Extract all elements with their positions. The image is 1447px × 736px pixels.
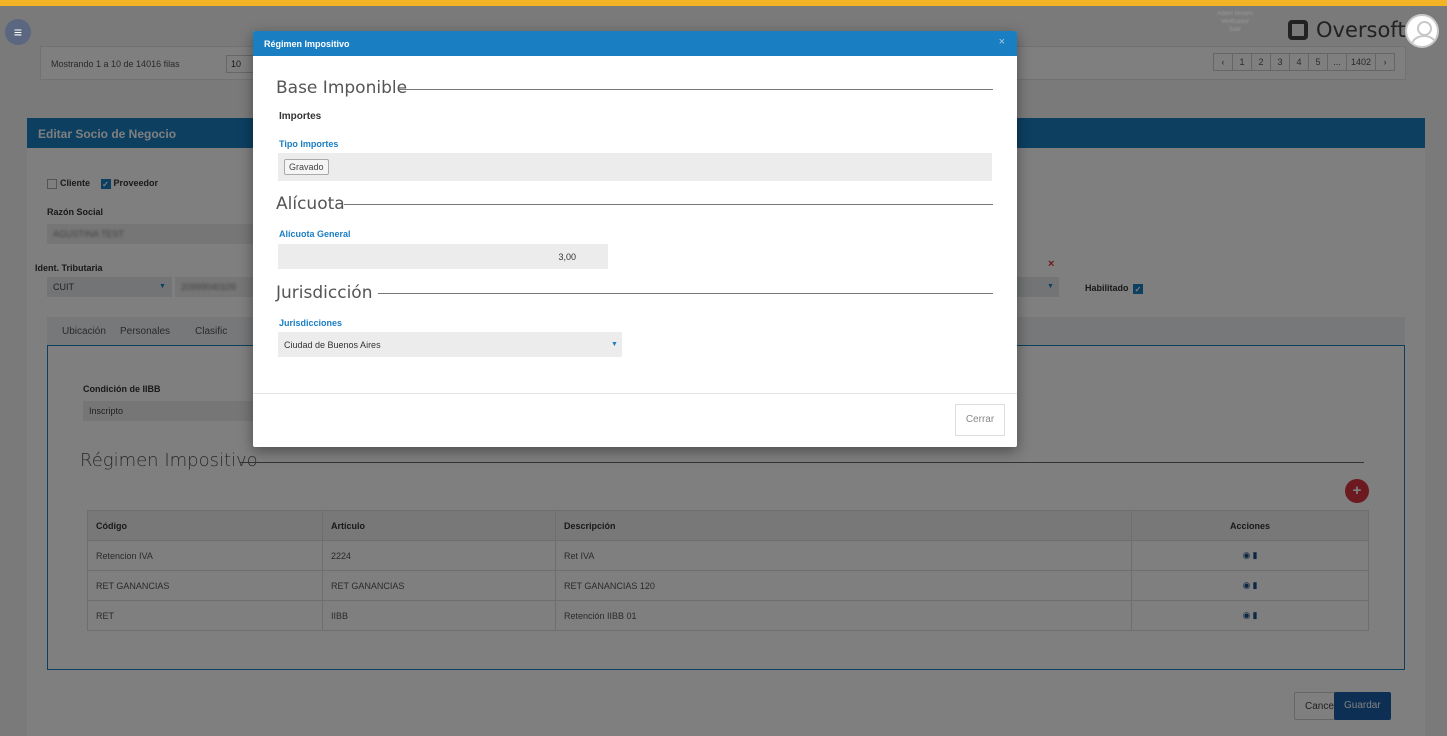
brand-name: Oversoft (1316, 18, 1406, 42)
user-role: Verificador (1220, 19, 1250, 25)
jurisdicciones-select[interactable]: Ciudad de Buenos Aires ▼ (278, 332, 622, 357)
section-divider (344, 204, 993, 205)
close-icon[interactable]: × (999, 36, 1005, 48)
tipo-importes-field[interactable]: Gravado (278, 153, 992, 181)
menu-icon[interactable]: ≡ (5, 19, 31, 45)
chevron-down-icon: ▼ (611, 341, 618, 348)
avatar[interactable] (1405, 14, 1439, 48)
modal-footer-divider (253, 393, 1017, 394)
modal-title: Régimen Impositivo (264, 39, 350, 49)
tipo-importes-tag[interactable]: Gravado (284, 159, 329, 175)
jurisdicciones-value: Ciudad de Buenos Aires (284, 340, 381, 350)
oversoft-logo-icon (1288, 20, 1308, 40)
user-name: Adam Molaro (1217, 11, 1253, 17)
alicuota-title: Alícuota (276, 194, 345, 214)
importes-label: Importes (279, 111, 322, 122)
regimen-modal: Régimen Impositivo × Base Imponible Impo… (253, 31, 1017, 447)
alicuota-general-input[interactable]: 3,00 (278, 244, 608, 269)
alicuota-general-value: 3,00 (558, 252, 576, 262)
modal-header: Régimen Impositivo × (253, 31, 1017, 56)
base-imponible-title: Base Imponible (276, 78, 408, 98)
section-divider (399, 89, 993, 90)
jurisdicciones-label: Jurisdicciones (279, 318, 343, 328)
section-divider (378, 293, 993, 294)
user-extra: Salir (1228, 27, 1241, 33)
user-info[interactable]: Adam Molaro Verificador Salir (1202, 10, 1268, 50)
brand: Oversoft (1288, 16, 1406, 44)
close-button[interactable]: Cerrar (955, 404, 1005, 436)
jurisdiccion-title: Jurisdicción (276, 283, 373, 303)
tipo-importes-label: Tipo Importes (279, 139, 339, 149)
alicuota-general-label: Alícuota General (279, 229, 351, 239)
